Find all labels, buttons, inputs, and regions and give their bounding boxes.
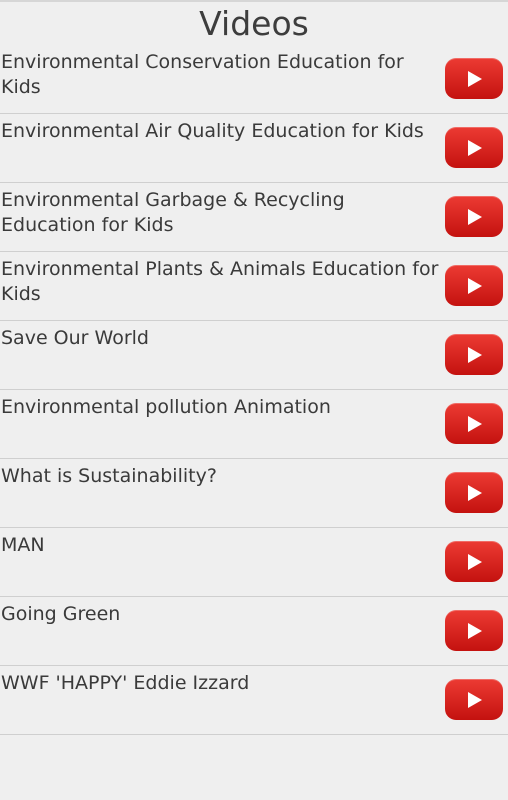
list-item[interactable]: MAN xyxy=(0,528,508,597)
video-title: Environmental pollution Animation xyxy=(1,396,331,418)
youtube-play-icon[interactable] xyxy=(445,265,503,306)
video-title: Save Our World xyxy=(1,327,149,349)
youtube-play-icon[interactable] xyxy=(445,127,503,168)
list-item[interactable]: Environmental Garbage & Recycling Educat… xyxy=(0,183,508,252)
video-list: Environmental Conservation Education for… xyxy=(0,45,508,735)
video-title: Environmental Air Quality Education for … xyxy=(1,120,424,142)
list-item[interactable]: Environmental Plants & Animals Education… xyxy=(0,252,508,321)
video-title: Environmental Garbage & Recycling Educat… xyxy=(1,189,345,236)
list-item[interactable]: Environmental pollution Animation xyxy=(0,390,508,459)
youtube-play-icon[interactable] xyxy=(445,58,503,99)
youtube-play-icon[interactable] xyxy=(445,403,503,444)
list-item[interactable]: What is Sustainability? xyxy=(0,459,508,528)
youtube-play-icon[interactable] xyxy=(445,334,503,375)
youtube-play-icon[interactable] xyxy=(445,610,503,651)
video-title: MAN xyxy=(1,534,45,556)
list-item[interactable]: Going Green xyxy=(0,597,508,666)
video-title: WWF 'HAPPY' Eddie Izzard xyxy=(1,672,250,694)
top-edge xyxy=(0,0,508,2)
youtube-play-icon[interactable] xyxy=(445,196,503,237)
list-item[interactable]: Save Our World xyxy=(0,321,508,390)
youtube-play-icon[interactable] xyxy=(445,541,503,582)
youtube-play-icon[interactable] xyxy=(445,472,503,513)
video-title: Environmental Plants & Animals Education… xyxy=(1,258,439,305)
page-title: Videos xyxy=(199,4,309,43)
list-item[interactable]: Environmental Conservation Education for… xyxy=(0,45,508,114)
list-item[interactable]: Environmental Air Quality Education for … xyxy=(0,114,508,183)
youtube-play-icon[interactable] xyxy=(445,679,503,720)
video-title: Going Green xyxy=(1,603,121,625)
video-title: What is Sustainability? xyxy=(1,465,217,487)
list-item[interactable]: WWF 'HAPPY' Eddie Izzard xyxy=(0,666,508,735)
video-title: Environmental Conservation Education for… xyxy=(1,51,404,98)
